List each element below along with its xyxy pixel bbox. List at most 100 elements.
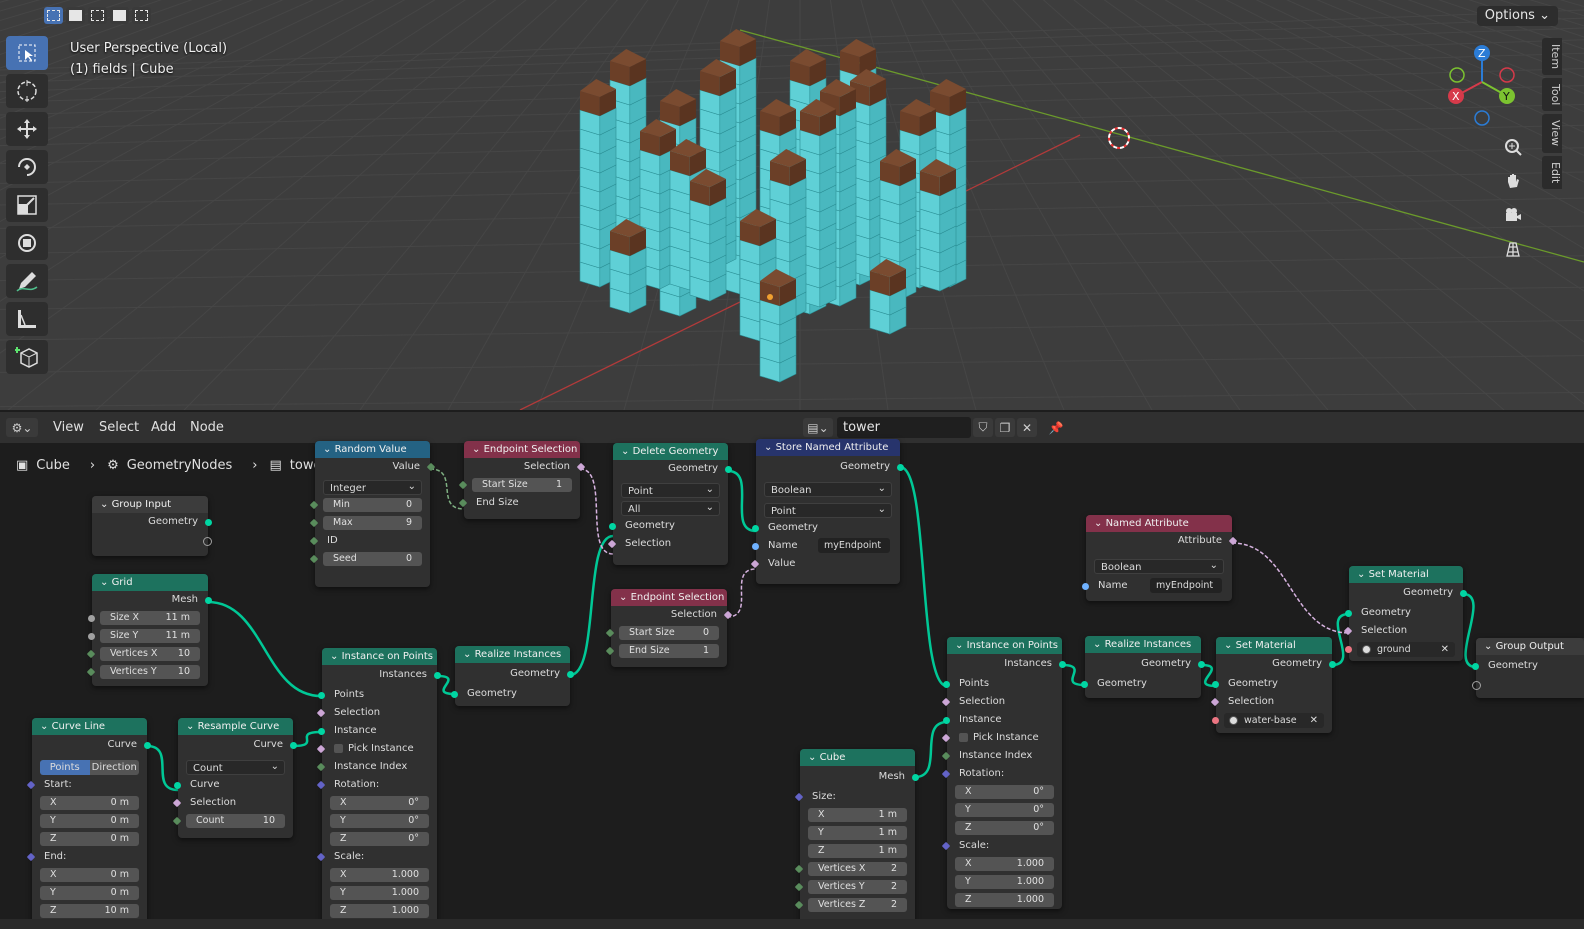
material-field[interactable]: water-base ✕ xyxy=(1212,711,1332,729)
node-random-value[interactable]: Random Value Value Integer Min0 Max9 ID … xyxy=(309,441,436,587)
camera-icon[interactable] xyxy=(1500,202,1526,228)
scale-z-field[interactable]: Z 1.000 xyxy=(322,902,437,920)
node-group-input[interactable]: Group Input Geometry xyxy=(92,496,212,556)
input-value: Value xyxy=(750,555,900,573)
scale-icon[interactable] xyxy=(6,188,48,222)
node-set-material-1[interactable]: Set Material Geometry Geometry Selection… xyxy=(1210,637,1336,733)
3d-viewport[interactable]: Options ⌄ User Perspective (Local) (1) f… xyxy=(0,0,1584,410)
mode-dropdown[interactable]: All xyxy=(613,499,728,517)
mode-points[interactable]: Points xyxy=(40,760,90,775)
type-dropdown[interactable]: Boolean xyxy=(756,480,900,498)
node-cube[interactable]: Cube Mesh Size: X1 m Y1 m Z1 m Vertices … xyxy=(794,749,919,929)
vertices-y-field[interactable]: Vertices Y 10 xyxy=(86,663,208,681)
size-y-field[interactable]: Y1 m xyxy=(800,824,915,842)
node-realize-instances-2[interactable]: Realize Instances Geometry Geometry xyxy=(1081,636,1205,698)
transform-icon[interactable] xyxy=(6,226,48,260)
tab-edit[interactable]: Edit xyxy=(1542,155,1562,189)
node-endpoint-selection-1[interactable]: Endpoint Selection Selection Start Size1… xyxy=(458,441,586,519)
node-editor[interactable]: ⚙⌄ View Select Add Node ▤⌄ tower ⛉ ❐ ✕ 📌… xyxy=(0,412,1584,929)
end-y-field[interactable]: Y0 m xyxy=(32,884,147,902)
grid-view-icon[interactable] xyxy=(1500,236,1526,262)
start-size-field[interactable]: Start Size 1 xyxy=(458,476,580,494)
node-endpoint-selection-2[interactable]: Endpoint Selection Selection Start Size0… xyxy=(605,589,733,667)
mode-dropdown[interactable]: Count xyxy=(178,758,293,776)
mode-toggle[interactable]: Points Direction xyxy=(32,758,147,776)
move-icon[interactable] xyxy=(6,112,48,146)
node-delete-geometry[interactable]: Delete Geometry Geometry Point All Geome… xyxy=(607,443,732,565)
min-field[interactable]: Min 0 xyxy=(309,496,430,514)
size-x-field[interactable]: X1 m xyxy=(800,806,915,824)
node-instance-on-points-2[interactable]: Instance on Points Instances Points Sele… xyxy=(941,637,1066,909)
hand-pan-icon[interactable] xyxy=(1500,168,1526,194)
vertices-z-field[interactable]: Vertices Z2 xyxy=(794,896,915,914)
material-field[interactable]: ground ✕ xyxy=(1345,640,1463,658)
select-invert-icon[interactable] xyxy=(110,7,129,24)
start-y-field[interactable]: Y0 m xyxy=(32,812,147,830)
select-box-icon[interactable] xyxy=(6,36,48,70)
node-group-output[interactable]: Group Output Geometry xyxy=(1472,638,1584,698)
count-field[interactable]: Count 10 xyxy=(172,812,293,830)
rotation-x-field[interactable]: X 0° xyxy=(322,794,437,812)
rotation-z-field[interactable]: Z 0° xyxy=(947,819,1062,837)
rotate-icon[interactable] xyxy=(6,150,48,184)
scale-y-field[interactable]: Y 1.000 xyxy=(947,873,1062,891)
clear-icon[interactable]: ✕ xyxy=(1441,642,1449,657)
node-named-attribute[interactable]: Named Attribute Attribute Boolean Namemy… xyxy=(1082,515,1238,601)
node-resample-curve[interactable]: Resample Curve Curve Count Curve Selecti… xyxy=(172,718,297,838)
start-x-field[interactable]: X0 m xyxy=(32,794,147,812)
domain-dropdown[interactable]: Point xyxy=(756,501,900,519)
scale-z-field[interactable]: Z 1.000 xyxy=(947,891,1062,909)
scale-y-field[interactable]: Y 1.000 xyxy=(322,884,437,902)
start-z-field[interactable]: Z0 m xyxy=(32,830,147,848)
horizontal-scrollbar[interactable] xyxy=(0,919,1584,929)
node-set-material-2[interactable]: Set Material Geometry Geometry Selection… xyxy=(1343,566,1467,661)
rotation-y-field[interactable]: Y 0° xyxy=(322,812,437,830)
seed-field[interactable]: Seed 0 xyxy=(309,550,430,568)
tab-item[interactable]: Item xyxy=(1542,38,1562,76)
add-cube-icon[interactable] xyxy=(6,340,48,374)
pick-instance-checkbox[interactable]: Pick Instance xyxy=(316,740,437,758)
start-size-field[interactable]: Start Size 0 xyxy=(605,624,727,642)
domain-dropdown[interactable]: Point xyxy=(613,481,728,499)
node-instance-on-points-1[interactable]: Instance on Points Instances Points Sele… xyxy=(316,648,441,929)
vertices-x-field[interactable]: Vertices X2 xyxy=(794,860,915,878)
name-field[interactable]: Name myEndpoint xyxy=(752,537,900,555)
rotation-z-field[interactable]: Z 0° xyxy=(322,830,437,848)
rotation-y-field[interactable]: Y 0° xyxy=(947,801,1062,819)
select-new-icon[interactable] xyxy=(44,7,63,24)
select-extend-icon[interactable] xyxy=(66,7,85,24)
size-x-field[interactable]: Size X 11 m xyxy=(88,609,208,627)
node-realize-instances-1[interactable]: Realize Instances Geometry Geometry xyxy=(451,646,574,706)
zoom-icon[interactable] xyxy=(1500,134,1526,160)
clear-icon[interactable]: ✕ xyxy=(1310,713,1318,728)
pick-instance-checkbox[interactable]: Pick Instance xyxy=(941,729,1062,747)
vertices-x-field[interactable]: Vertices X 10 xyxy=(86,645,208,663)
measure-icon[interactable] xyxy=(6,302,48,336)
tab-tool[interactable]: Tool xyxy=(1542,78,1562,112)
mode-direction[interactable]: Direction xyxy=(89,760,139,775)
size-z-field[interactable]: Z1 m xyxy=(800,842,915,860)
max-field[interactable]: Max 9 xyxy=(309,514,430,532)
size-y-field[interactable]: Size Y 11 m xyxy=(88,627,208,645)
node-store-named-attribute[interactable]: Store Named Attribute Geometry Boolean P… xyxy=(750,439,904,584)
rotation-x-field[interactable]: X 0° xyxy=(947,783,1062,801)
select-subtract-icon[interactable] xyxy=(88,7,107,24)
end-x-field[interactable]: X0 m xyxy=(32,866,147,884)
output-mesh: Mesh xyxy=(800,768,919,786)
node-curve-line[interactable]: Curve Line Curve PointsDirection Start: … xyxy=(26,718,151,929)
end-size-field[interactable]: End Size 1 xyxy=(605,642,727,660)
options-dropdown[interactable]: Options ⌄ xyxy=(1476,6,1558,26)
scale-x-field[interactable]: X 1.000 xyxy=(947,855,1062,873)
data-type-dropdown[interactable]: Integer xyxy=(315,478,430,496)
name-field[interactable]: Name myEndpoint xyxy=(1082,577,1232,595)
cursor-icon[interactable] xyxy=(6,74,48,108)
vertices-y-field[interactable]: Vertices Y2 xyxy=(794,878,915,896)
type-dropdown[interactable]: Boolean xyxy=(1086,557,1232,575)
navigation-gizmo[interactable]: Z X Y xyxy=(1440,38,1530,138)
annotate-icon[interactable] xyxy=(6,264,48,298)
end-z-field[interactable]: Z 10 m xyxy=(32,902,147,920)
select-intersect-icon[interactable] xyxy=(132,7,151,24)
node-grid[interactable]: Grid Mesh Size X11 m Size Y11 m Vertices… xyxy=(86,574,212,686)
tab-view[interactable]: View xyxy=(1542,114,1562,153)
scale-x-field[interactable]: X 1.000 xyxy=(322,866,437,884)
